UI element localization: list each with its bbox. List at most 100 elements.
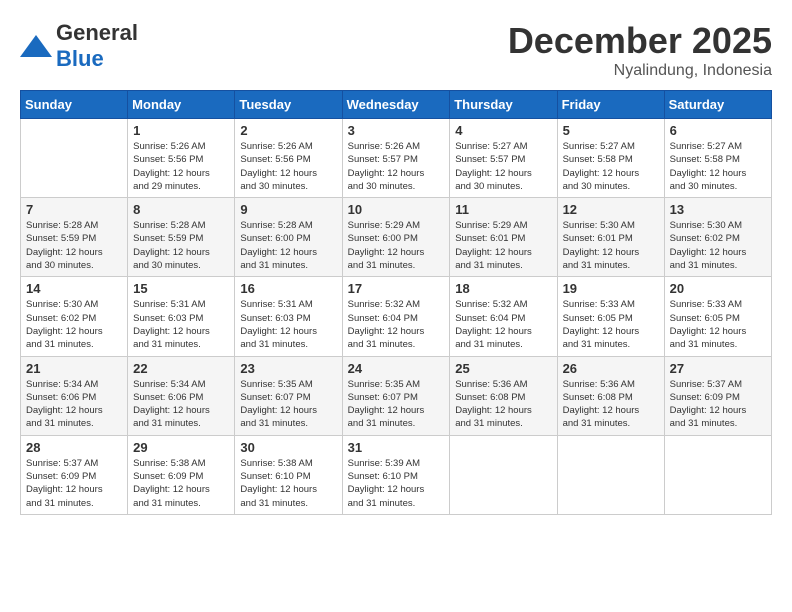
calendar-cell: 10 Sunrise: 5:29 AM Sunset: 6:00 PM Dayli… xyxy=(342,198,450,277)
day-info: Sunrise: 5:28 AM Sunset: 6:00 PM Dayligh… xyxy=(240,219,336,272)
calendar-week-3: 14 Sunrise: 5:30 AM Sunset: 6:02 PM Dayli… xyxy=(21,277,772,356)
day-info: Sunrise: 5:33 AM Sunset: 6:05 PM Dayligh… xyxy=(670,298,766,351)
weekday-thursday: Thursday xyxy=(450,91,557,119)
calendar-cell: 16 Sunrise: 5:31 AM Sunset: 6:03 PM Dayli… xyxy=(235,277,342,356)
calendar-cell: 8 Sunrise: 5:28 AM Sunset: 5:59 PM Daylig… xyxy=(128,198,235,277)
day-info: Sunrise: 5:32 AM Sunset: 6:04 PM Dayligh… xyxy=(455,298,551,351)
day-info: Sunrise: 5:37 AM Sunset: 6:09 PM Dayligh… xyxy=(26,457,122,510)
calendar-cell: 23Sunrise: 5:35 AM Sunset: 6:07 PM Dayli… xyxy=(235,356,342,435)
calendar-week-5: 28 Sunrise: 5:37 AM Sunset: 6:09 PM Dayli… xyxy=(21,435,772,514)
day-number: 6 xyxy=(670,123,766,138)
calendar-cell: 21Sunrise: 5:34 AM Sunset: 6:06 PM Dayli… xyxy=(21,356,128,435)
day-number: 24 xyxy=(348,361,445,376)
day-number: 4 xyxy=(455,123,551,138)
day-number: 9 xyxy=(240,202,336,217)
day-number: 8 xyxy=(133,202,229,217)
day-info: Sunrise: 5:29 AM Sunset: 6:00 PM Dayligh… xyxy=(348,219,445,272)
day-info: Sunrise: 5:38 AM Sunset: 6:10 PM Dayligh… xyxy=(240,457,336,510)
calendar-cell: 22Sunrise: 5:34 AM Sunset: 6:06 PM Dayli… xyxy=(128,356,235,435)
calendar-cell: 12 Sunrise: 5:30 AM Sunset: 6:01 PM Dayli… xyxy=(557,198,664,277)
day-number: 18 xyxy=(455,281,551,296)
calendar-cell: 20 Sunrise: 5:33 AM Sunset: 6:05 PM Dayli… xyxy=(664,277,771,356)
calendar-cell: 2 Sunrise: 5:26 AM Sunset: 5:56 PM Daylig… xyxy=(235,119,342,198)
day-number: 22 xyxy=(133,361,229,376)
calendar-cell: 18 Sunrise: 5:32 AM Sunset: 6:04 PM Dayli… xyxy=(450,277,557,356)
calendar-cell: 19Sunrise: 5:33 AM Sunset: 6:05 PM Dayli… xyxy=(557,277,664,356)
weekday-tuesday: Tuesday xyxy=(235,91,342,119)
day-info: Sunrise: 5:27 AM Sunset: 5:58 PM Dayligh… xyxy=(670,140,766,193)
day-number: 11 xyxy=(455,202,551,217)
day-info: Sunrise: 5:31 AM Sunset: 6:03 PM Dayligh… xyxy=(133,298,229,351)
day-info: Sunrise: 5:27 AM Sunset: 5:58 PM Dayligh… xyxy=(563,140,659,193)
day-number: 14 xyxy=(26,281,122,296)
month-title: December 2025 xyxy=(508,20,772,62)
calendar-cell: 15 Sunrise: 5:31 AM Sunset: 6:03 PM Dayli… xyxy=(128,277,235,356)
calendar-cell xyxy=(21,119,128,198)
calendar-cell: 24 Sunrise: 5:35 AM Sunset: 6:07 PM Dayli… xyxy=(342,356,450,435)
day-number: 17 xyxy=(348,281,445,296)
day-number: 10 xyxy=(348,202,445,217)
logo-icon xyxy=(20,35,52,57)
day-info: Sunrise: 5:32 AM Sunset: 6:04 PM Dayligh… xyxy=(348,298,445,351)
day-number: 31 xyxy=(348,440,445,455)
day-number: 5 xyxy=(563,123,659,138)
calendar-table: SundayMondayTuesdayWednesdayThursdayFrid… xyxy=(20,90,772,515)
day-info: Sunrise: 5:28 AM Sunset: 5:59 PM Dayligh… xyxy=(26,219,122,272)
day-info: Sunrise: 5:26 AM Sunset: 5:57 PM Dayligh… xyxy=(348,140,445,193)
weekday-sunday: Sunday xyxy=(21,91,128,119)
day-number: 20 xyxy=(670,281,766,296)
day-info: Sunrise: 5:35 AM Sunset: 6:07 PM Dayligh… xyxy=(240,378,336,431)
calendar-cell: 31 Sunrise: 5:39 AM Sunset: 6:10 PM Dayli… xyxy=(342,435,450,514)
day-info: Sunrise: 5:37 AM Sunset: 6:09 PM Dayligh… xyxy=(670,378,766,431)
weekday-saturday: Saturday xyxy=(664,91,771,119)
day-info: Sunrise: 5:30 AM Sunset: 6:01 PM Dayligh… xyxy=(563,219,659,272)
calendar-cell: 26Sunrise: 5:36 AM Sunset: 6:08 PM Dayli… xyxy=(557,356,664,435)
logo: GeneralBlue xyxy=(20,20,138,72)
weekday-header-row: SundayMondayTuesdayWednesdayThursdayFrid… xyxy=(21,91,772,119)
day-number: 16 xyxy=(240,281,336,296)
page-header: GeneralBlue December 2025 Nyalindung, In… xyxy=(20,20,772,80)
location: Nyalindung, Indonesia xyxy=(508,62,772,80)
calendar-cell: 25 Sunrise: 5:36 AM Sunset: 6:08 PM Dayli… xyxy=(450,356,557,435)
day-number: 7 xyxy=(26,202,122,217)
calendar-cell: 14 Sunrise: 5:30 AM Sunset: 6:02 PM Dayli… xyxy=(21,277,128,356)
day-number: 21 xyxy=(26,361,122,376)
day-info: Sunrise: 5:31 AM Sunset: 6:03 PM Dayligh… xyxy=(240,298,336,351)
calendar-cell: 29 Sunrise: 5:38 AM Sunset: 6:09 PM Dayli… xyxy=(128,435,235,514)
calendar-cell: 9 Sunrise: 5:28 AM Sunset: 6:00 PM Daylig… xyxy=(235,198,342,277)
day-number: 27 xyxy=(670,361,766,376)
day-number: 19 xyxy=(563,281,659,296)
calendar-cell: 28 Sunrise: 5:37 AM Sunset: 6:09 PM Dayli… xyxy=(21,435,128,514)
day-info: Sunrise: 5:30 AM Sunset: 6:02 PM Dayligh… xyxy=(26,298,122,351)
day-info: Sunrise: 5:27 AM Sunset: 5:57 PM Dayligh… xyxy=(455,140,551,193)
day-info: Sunrise: 5:26 AM Sunset: 5:56 PM Dayligh… xyxy=(240,140,336,193)
day-number: 25 xyxy=(455,361,551,376)
day-info: Sunrise: 5:39 AM Sunset: 6:10 PM Dayligh… xyxy=(348,457,445,510)
calendar-cell: 30Sunrise: 5:38 AM Sunset: 6:10 PM Dayli… xyxy=(235,435,342,514)
calendar-cell: 1 Sunrise: 5:26 AM Sunset: 5:56 PM Daylig… xyxy=(128,119,235,198)
calendar-cell xyxy=(664,435,771,514)
day-number: 1 xyxy=(133,123,229,138)
day-info: Sunrise: 5:28 AM Sunset: 5:59 PM Dayligh… xyxy=(133,219,229,272)
day-number: 29 xyxy=(133,440,229,455)
day-info: Sunrise: 5:30 AM Sunset: 6:02 PM Dayligh… xyxy=(670,219,766,272)
day-number: 28 xyxy=(26,440,122,455)
day-info: Sunrise: 5:38 AM Sunset: 6:09 PM Dayligh… xyxy=(133,457,229,510)
title-area: December 2025 Nyalindung, Indonesia xyxy=(508,20,772,80)
day-info: Sunrise: 5:35 AM Sunset: 6:07 PM Dayligh… xyxy=(348,378,445,431)
calendar-cell xyxy=(450,435,557,514)
day-number: 26 xyxy=(563,361,659,376)
day-info: Sunrise: 5:36 AM Sunset: 6:08 PM Dayligh… xyxy=(455,378,551,431)
calendar-cell: 11 Sunrise: 5:29 AM Sunset: 6:01 PM Dayli… xyxy=(450,198,557,277)
calendar-cell: 6 Sunrise: 5:27 AM Sunset: 5:58 PM Daylig… xyxy=(664,119,771,198)
weekday-monday: Monday xyxy=(128,91,235,119)
day-number: 12 xyxy=(563,202,659,217)
day-number: 13 xyxy=(670,202,766,217)
day-info: Sunrise: 5:29 AM Sunset: 6:01 PM Dayligh… xyxy=(455,219,551,272)
day-info: Sunrise: 5:26 AM Sunset: 5:56 PM Dayligh… xyxy=(133,140,229,193)
calendar-cell: 3Sunrise: 5:26 AM Sunset: 5:57 PM Daylig… xyxy=(342,119,450,198)
day-number: 2 xyxy=(240,123,336,138)
calendar-week-2: 7 Sunrise: 5:28 AM Sunset: 5:59 PM Daylig… xyxy=(21,198,772,277)
day-number: 15 xyxy=(133,281,229,296)
calendar-cell: 17 Sunrise: 5:32 AM Sunset: 6:04 PM Dayli… xyxy=(342,277,450,356)
